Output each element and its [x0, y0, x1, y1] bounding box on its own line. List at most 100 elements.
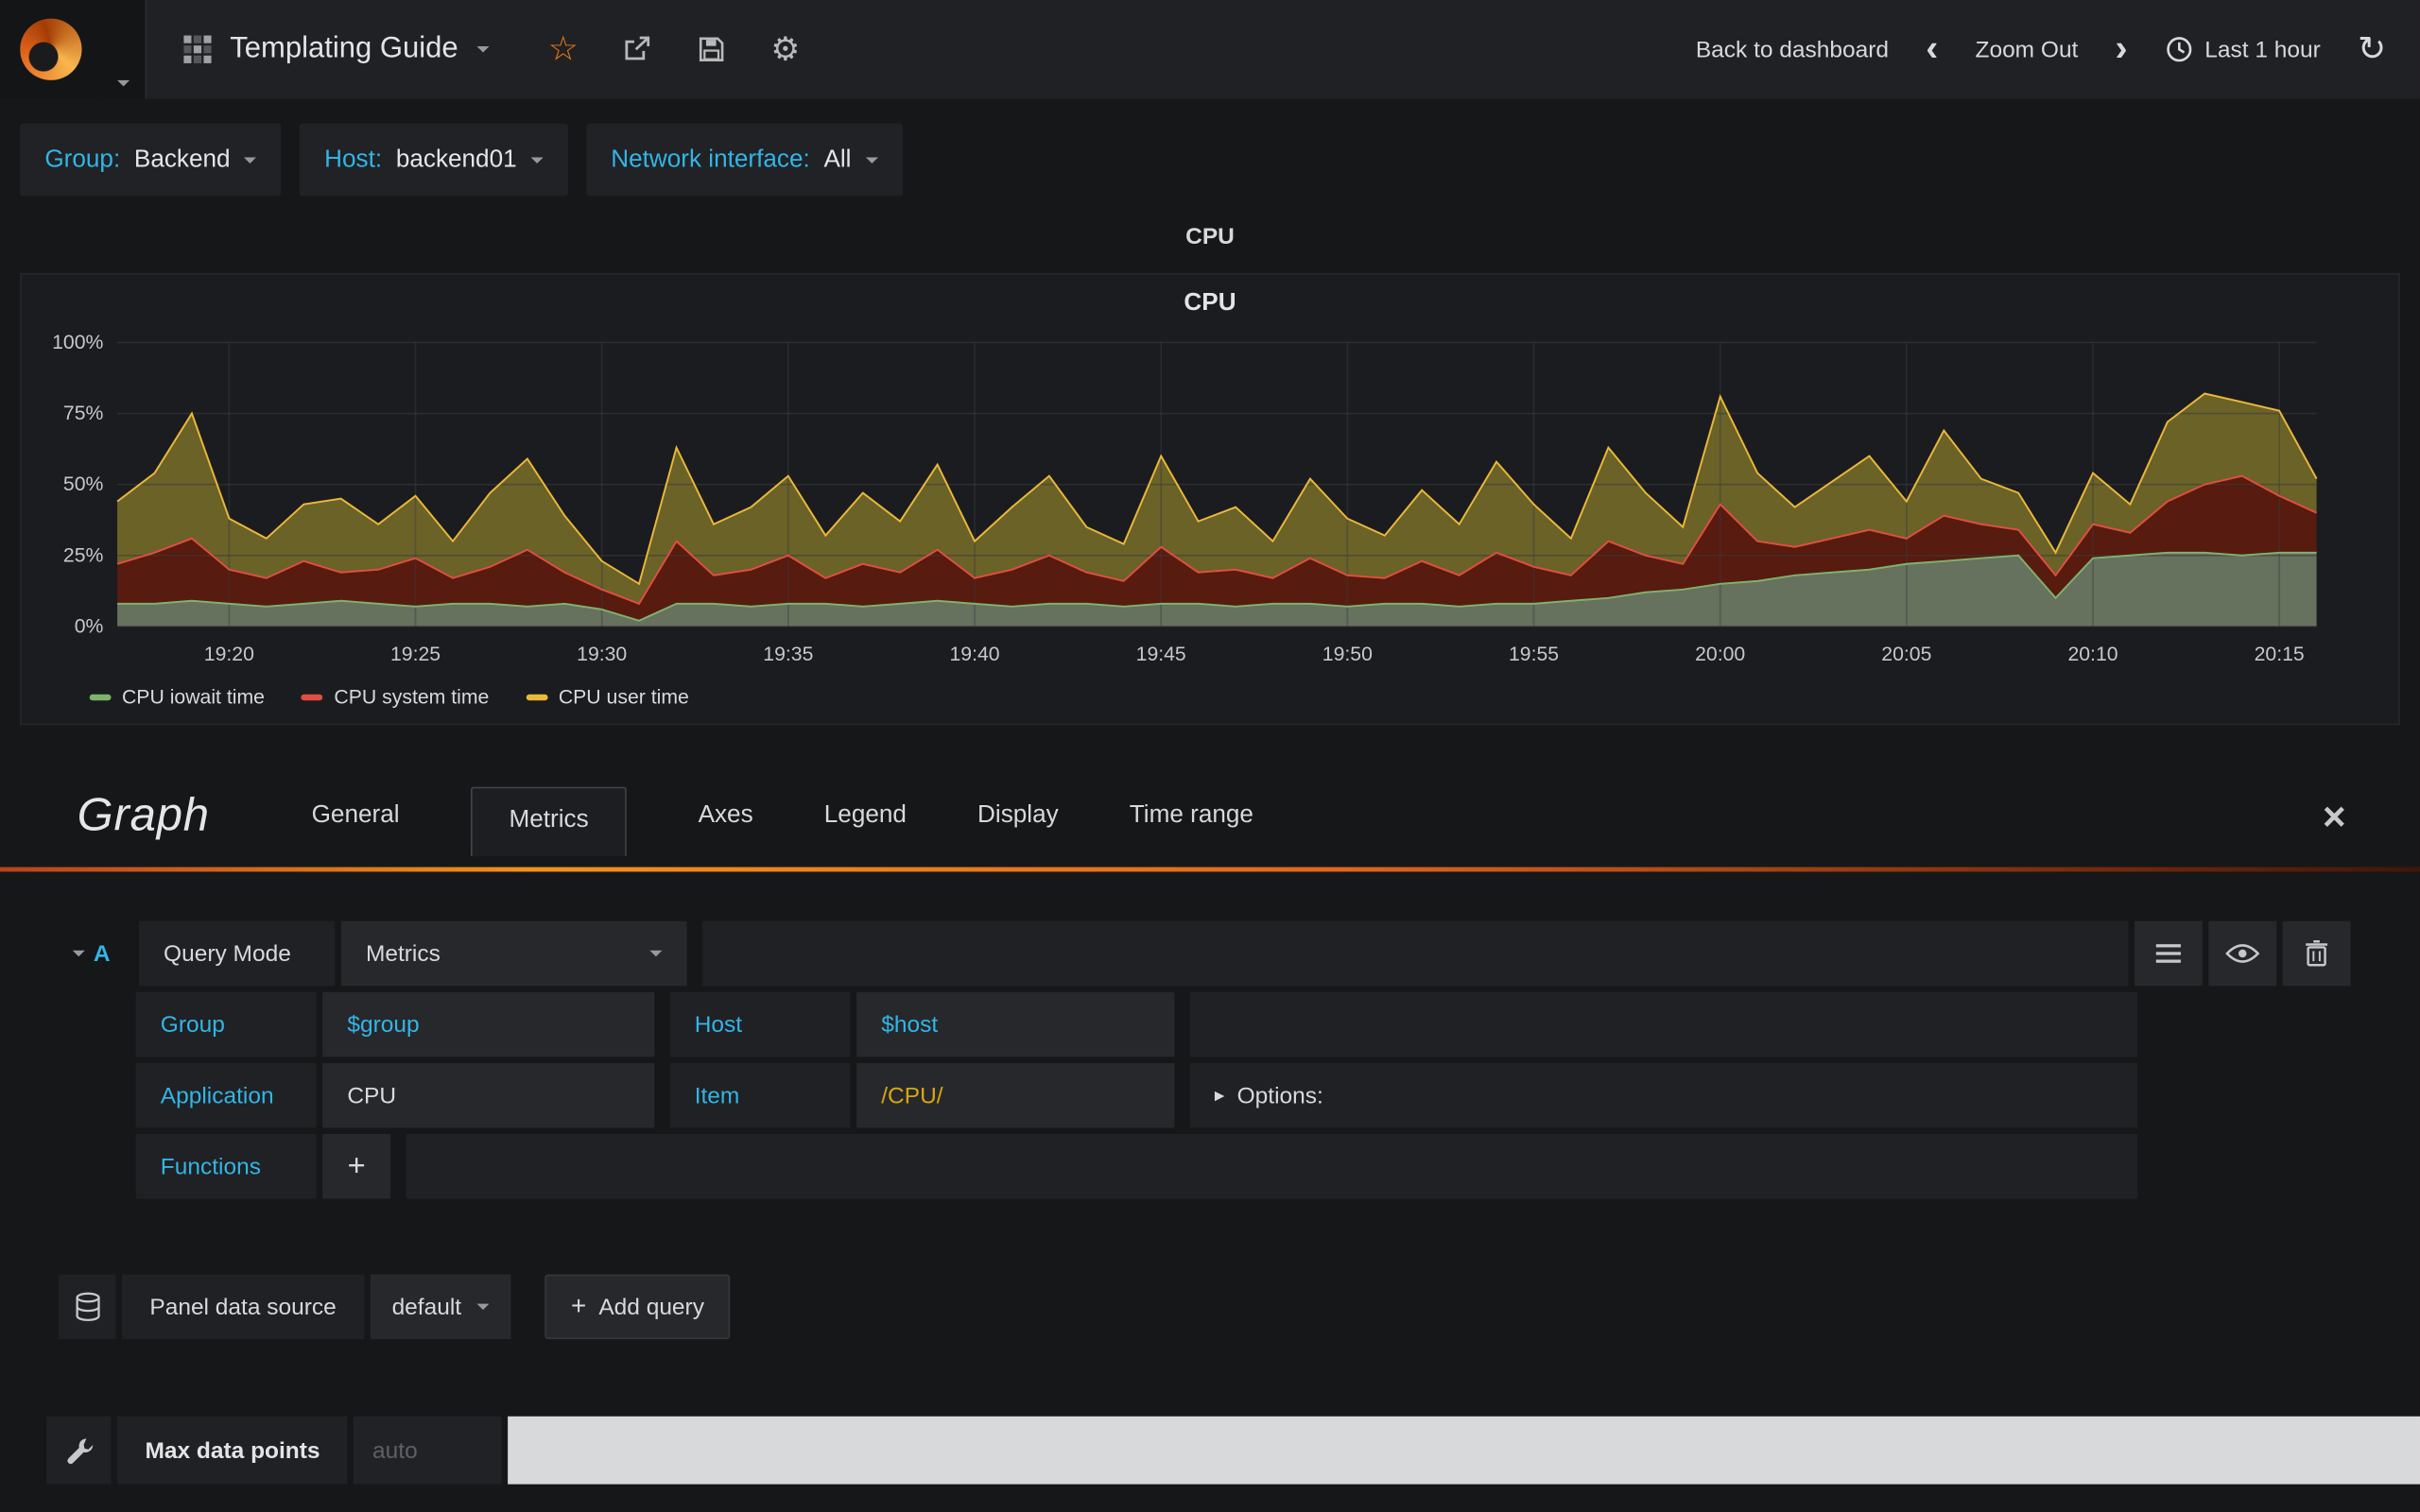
tab-metrics[interactable]: Metrics: [470, 785, 628, 856]
query-editor: A Query Mode Metrics Group $group Host $…: [59, 920, 2351, 1199]
variable-value: backend01: [395, 146, 517, 173]
datasource-select[interactable]: default: [370, 1274, 511, 1340]
application-field-input[interactable]: CPU: [322, 1062, 655, 1128]
legend-item[interactable]: CPU user time: [526, 684, 689, 709]
time-shift-left-button[interactable]: ‹: [1926, 30, 1938, 68]
svg-text:20:05: 20:05: [1881, 644, 1931, 665]
navbar: Templating Guide ☆ ⚙ Back to dashboard ‹…: [0, 0, 2420, 99]
variable-group-dropdown[interactable]: Group: Backend: [20, 123, 282, 197]
query-row-functions: Functions +: [135, 1133, 2138, 1199]
plus-icon: +: [347, 1148, 366, 1183]
svg-text:19:35: 19:35: [763, 644, 813, 665]
legend-item[interactable]: CPU iowait time: [89, 684, 265, 709]
variable-value: Backend: [133, 146, 231, 173]
chevron-down-icon: [72, 950, 85, 957]
options-toggle[interactable]: ▸ Options:: [1215, 1082, 1323, 1108]
grafana-logo-icon: [20, 18, 82, 80]
menu-icon: [2155, 944, 2181, 963]
svg-text:19:50: 19:50: [1322, 644, 1373, 665]
legend-swatch: [526, 693, 548, 700]
datasource-icon-cell: [59, 1274, 116, 1340]
star-dashboard-button[interactable]: ☆: [527, 0, 600, 98]
panel-title[interactable]: CPU: [0, 224, 2420, 258]
chevron-down-icon: [476, 45, 490, 53]
item-field-input[interactable]: /CPU/: [856, 1062, 1175, 1128]
options-section: ▸ Options:: [1189, 1062, 2138, 1128]
panel-editor-header: Graph General Metrics Axes Legend Displa…: [0, 765, 2420, 868]
variable-label: Group:: [44, 146, 121, 173]
query-row-filler: [701, 920, 2129, 987]
chevron-right-icon: ›: [2115, 27, 2128, 70]
template-variables-row: Group: Backend Host: backend01 Network i…: [0, 98, 2420, 220]
datasource-row: Panel data source default + Add query: [59, 1274, 2420, 1340]
host-field-label: Host: [669, 991, 851, 1057]
svg-text:100%: 100%: [52, 332, 103, 353]
legend-label: CPU iowait time: [121, 684, 265, 709]
query-delete-button[interactable]: [2282, 920, 2351, 987]
svg-text:19:20: 19:20: [204, 644, 254, 665]
zoom-out-button[interactable]: Zoom Out: [1975, 36, 2078, 62]
chevron-down-icon: [865, 156, 878, 163]
variable-host-dropdown[interactable]: Host: backend01: [300, 123, 568, 197]
query-menu-button[interactable]: [2134, 920, 2203, 987]
navbar-right: Back to dashboard ‹ Zoom Out › Last 1 ho…: [1696, 0, 2420, 98]
query-row-filler: [1189, 991, 2138, 1057]
panel-options-icon-cell: [45, 1416, 112, 1485]
grafana-app: Templating Guide ☆ ⚙ Back to dashboard ‹…: [0, 0, 2420, 1512]
add-query-button[interactable]: + Add query: [544, 1274, 731, 1340]
query-collapse-toggle[interactable]: A: [59, 921, 124, 987]
group-field-label: Group: [135, 991, 317, 1057]
variable-label: Network interface:: [611, 146, 810, 173]
tab-general[interactable]: General: [312, 783, 400, 849]
variable-netif-dropdown[interactable]: Network interface: All: [586, 123, 903, 197]
add-function-button[interactable]: +: [322, 1133, 391, 1199]
back-to-dashboard-button[interactable]: Back to dashboard: [1696, 36, 1889, 62]
query-mode-select[interactable]: Metrics: [340, 920, 687, 987]
legend-label: CPU user time: [558, 684, 689, 709]
item-field-label: Item: [669, 1062, 851, 1128]
max-data-points-input[interactable]: [354, 1416, 503, 1485]
datasource-value: default: [391, 1293, 462, 1320]
share-icon: [625, 36, 649, 60]
time-range-picker[interactable]: Last 1 hour: [2165, 36, 2321, 63]
query-toggle-visibility-button[interactable]: [2208, 920, 2277, 987]
refresh-icon: ↻: [2357, 29, 2387, 68]
time-range-label: Last 1 hour: [2204, 36, 2321, 63]
clock-icon: [2166, 37, 2191, 62]
grafana-logo[interactable]: [0, 0, 102, 99]
legend-swatch: [302, 693, 323, 700]
save-icon: [699, 37, 724, 61]
svg-text:25%: 25%: [63, 544, 104, 566]
legend-item[interactable]: CPU system time: [302, 685, 489, 708]
group-field-input[interactable]: $group: [322, 991, 655, 1057]
eye-icon: [2225, 944, 2260, 963]
share-dashboard-button[interactable]: [600, 0, 674, 98]
svg-text:0%: 0%: [75, 615, 104, 637]
query-letter: A: [93, 940, 111, 967]
save-dashboard-button[interactable]: [674, 0, 748, 98]
dashboard-picker[interactable]: Templating Guide: [147, 0, 526, 98]
chevron-down-icon: [476, 1303, 490, 1311]
time-shift-right-button[interactable]: ›: [2116, 30, 2128, 68]
host-field-input[interactable]: $host: [856, 991, 1175, 1057]
cpu-graph[interactable]: 0% 25% 50% 75% 100% 19:20 19:25 19:30 19:35 19:40…: [22, 324, 2398, 682]
gear-icon: ⚙: [770, 31, 801, 68]
application-field-label: Application: [135, 1062, 317, 1128]
query-row-filler: [406, 1133, 2138, 1199]
tab-legend[interactable]: Legend: [824, 783, 907, 849]
tab-time-range[interactable]: Time range: [1130, 783, 1253, 849]
dashboard-settings-button[interactable]: ⚙: [749, 0, 822, 98]
svg-text:19:45: 19:45: [1136, 644, 1186, 665]
svg-text:19:55: 19:55: [1509, 644, 1559, 665]
plus-icon: +: [571, 1291, 587, 1321]
svg-text:50%: 50%: [63, 473, 104, 495]
chevron-down-icon: [244, 156, 257, 163]
main-menu-caret[interactable]: [101, 0, 147, 99]
close-editor-button[interactable]: ×: [2323, 796, 2346, 835]
row-filler-strip: [508, 1416, 2420, 1485]
tab-display[interactable]: Display: [977, 783, 1059, 849]
tab-axes[interactable]: Axes: [699, 783, 753, 849]
legend-swatch: [89, 693, 112, 700]
query-mode-value: Metrics: [365, 940, 441, 967]
refresh-button[interactable]: ↻: [2358, 29, 2386, 69]
